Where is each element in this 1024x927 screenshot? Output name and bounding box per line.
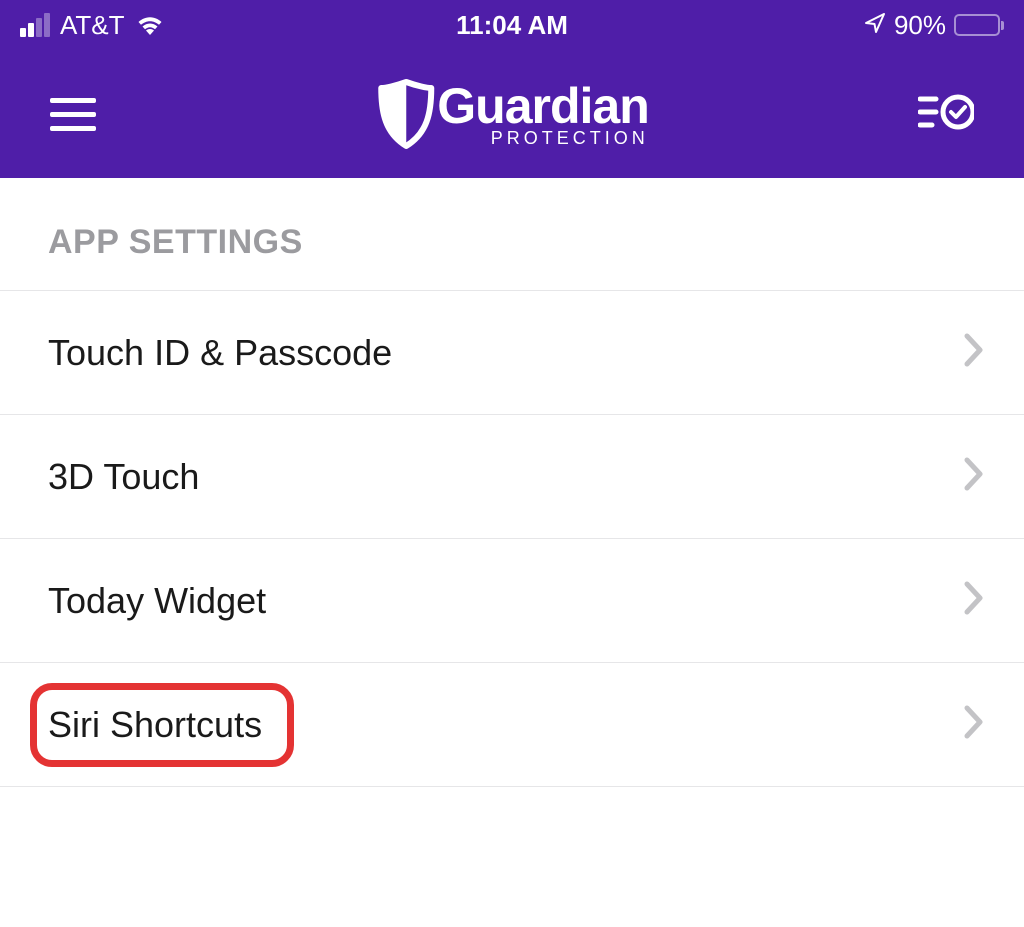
chevron-right-icon: [964, 581, 984, 620]
settings-list: Touch ID & Passcode 3D Touch Today Widge…: [0, 290, 1024, 787]
settings-row-siri-shortcuts[interactable]: Siri Shortcuts: [0, 663, 1024, 787]
settings-row-label: 3D Touch: [48, 456, 199, 498]
settings-row-3d-touch[interactable]: 3D Touch: [0, 415, 1024, 539]
wifi-icon: [135, 14, 165, 36]
menu-icon[interactable]: [50, 98, 96, 131]
shield-icon: [375, 78, 437, 150]
location-icon: [864, 10, 886, 41]
checklist-icon[interactable]: [918, 91, 974, 138]
logo-title: Guardian: [437, 81, 648, 131]
settings-row-label: Touch ID & Passcode: [48, 332, 392, 374]
status-left: AT&T: [20, 10, 165, 41]
chevron-right-icon: [964, 457, 984, 496]
settings-row-label: Today Widget: [48, 580, 266, 622]
status-right: 90%: [864, 10, 1004, 41]
app-logo: Guardian PROTECTION: [375, 78, 648, 150]
status-time: 11:04 AM: [456, 10, 568, 41]
app-header: Guardian PROTECTION: [0, 50, 1024, 178]
logo-subtitle: PROTECTION: [437, 129, 648, 147]
cellular-signal-icon: [20, 13, 50, 37]
battery-percent-label: 90%: [894, 10, 946, 41]
status-bar: AT&T 11:04 AM 90%: [0, 0, 1024, 50]
chevron-right-icon: [964, 333, 984, 372]
battery-icon: [954, 14, 1004, 36]
section-header: APP SETTINGS: [0, 178, 1024, 290]
carrier-label: AT&T: [60, 10, 125, 41]
chevron-right-icon: [964, 705, 984, 744]
settings-row-today-widget[interactable]: Today Widget: [0, 539, 1024, 663]
settings-row-label: Siri Shortcuts: [48, 704, 262, 746]
settings-row-touch-id-passcode[interactable]: Touch ID & Passcode: [0, 291, 1024, 415]
